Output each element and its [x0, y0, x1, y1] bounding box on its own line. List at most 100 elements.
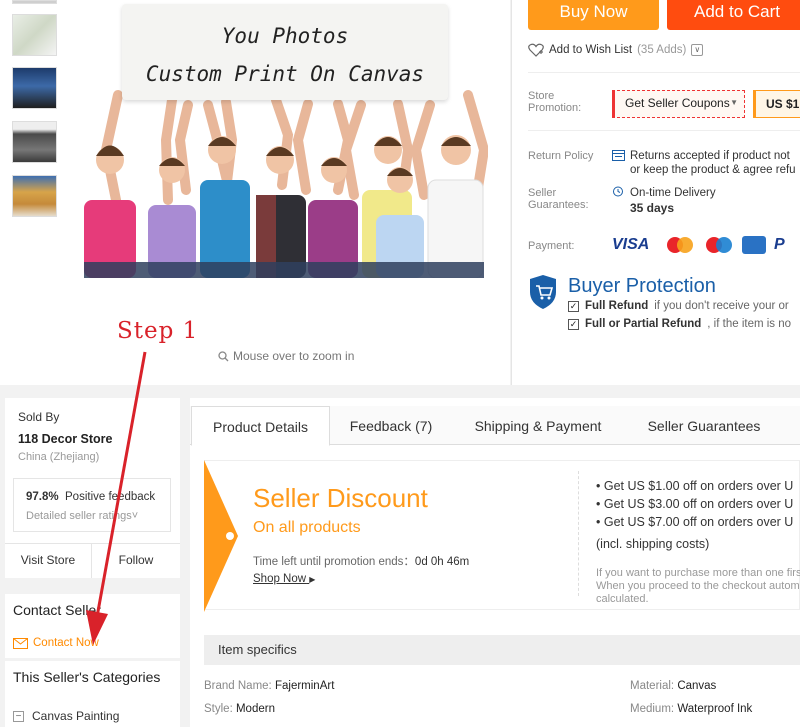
sign-line-1: You Photos [221, 24, 349, 48]
spec-label: Material: [630, 680, 675, 692]
shop-now-label: Shop Now [253, 573, 307, 585]
seller-categories-panel: This Seller's Categories − Canvas Painti… [5, 661, 180, 727]
categories-title: This Seller's Categories [13, 669, 161, 685]
wishlist-count: (35 Adds) [637, 44, 687, 56]
buyer-protection-title: Buyer Protection [568, 275, 716, 297]
discount-time-left: Time left until promotion ends：0d 0h 46m [253, 553, 469, 569]
discount-rule-3: • Get US $7.00 off on orders over U [596, 515, 794, 529]
check-icon: ✓ [568, 300, 579, 312]
add-to-cart-button[interactable]: Add to Cart [667, 0, 800, 30]
magnifier-icon [218, 350, 229, 361]
check-icon: ✓ [568, 318, 579, 330]
return-text-2: or keep the product & agree refu [630, 164, 796, 176]
protection-partial-refund: ✓ Full or Partial Refund , if the item i… [568, 318, 791, 330]
visit-store-button[interactable]: Visit Store [5, 543, 92, 578]
tab-feedback[interactable]: Feedback (7) [331, 406, 451, 446]
store-name[interactable]: 118 Decor Store [18, 432, 113, 446]
purchase-panel: Buy Now Add to Cart Add to Wish List (35… [511, 0, 800, 385]
amex-icon [742, 236, 766, 254]
rating-label: Positive feedback [65, 491, 156, 503]
contact-now-label: Contact Now [33, 637, 99, 649]
sign-line-2: Custom Print On Canvas [145, 62, 425, 86]
heart-plus-icon [528, 43, 544, 57]
protection-line2-bold: Full or Partial Refund [585, 318, 702, 330]
protection-line1-rest: if you don't receive your or [654, 300, 789, 312]
time-left-value: 0d 0h 46m [414, 556, 470, 568]
store-promotion-label: Store Promotion: [528, 90, 582, 114]
divider [528, 130, 800, 131]
spec-value: Modern [235, 703, 275, 715]
expand-icon[interactable]: − [13, 710, 24, 722]
tab-product-details[interactable]: Product Details [191, 406, 330, 446]
shop-now-link[interactable]: Shop Now ▶ [253, 573, 315, 585]
photo-sign: You Photos Custom Print On Canvas [122, 4, 448, 100]
delivery-label: On-time Delivery [630, 187, 716, 199]
product-gallery: You Photos Custom Print On Canvas Mouse … [0, 0, 510, 385]
incl-shipping-note: (incl. shipping costs) [596, 537, 710, 551]
caret-down-icon: ▼ [730, 98, 738, 107]
spec-label: Style: [204, 703, 233, 715]
category-label: Canvas Painting [32, 709, 120, 723]
sold-by-label: Sold By [18, 410, 60, 424]
contact-now-link[interactable]: Contact Now [13, 637, 99, 649]
follow-button[interactable]: Follow [92, 543, 180, 578]
store-location: China (Zhejiang) [18, 451, 100, 463]
rating-value: 97.8% [26, 491, 59, 503]
seller-coupons-dropdown[interactable]: Get Seller Coupons ▼ [612, 90, 745, 118]
chevron-down-icon: ˅ [131, 510, 139, 522]
coupon-label: Get Seller Coupons [625, 96, 730, 110]
spec-material: Material: Canvas [630, 680, 716, 692]
divider [528, 72, 800, 73]
protection-line2-rest: , if the item is no [707, 318, 792, 330]
thumbnail-2[interactable] [12, 67, 57, 109]
category-item[interactable]: − Canvas Painting [13, 709, 119, 723]
protection-line1-bold: Full Refund [585, 300, 649, 312]
visa-icon: VISA [612, 236, 650, 253]
add-to-wishlist[interactable]: Add to Wish List (35 Adds) ∨ [528, 43, 704, 57]
tab-shipping-payment[interactable]: Shipping & Payment [453, 406, 623, 446]
delivery-days: 35 days [630, 201, 675, 215]
seller-guarantees-label: Seller Guarantees: [528, 187, 589, 211]
shield-cart-icon [530, 275, 556, 309]
buy-now-button[interactable]: Buy Now [528, 0, 659, 30]
discount-ribbon-icon [204, 460, 238, 612]
discount-subtitle: On all products [253, 519, 361, 536]
return-policy-label: Return Policy [528, 150, 594, 162]
thumbnail-3[interactable] [12, 121, 57, 163]
spec-label: Medium: [630, 703, 675, 715]
zoom-hint: Mouse over to zoom in [218, 349, 354, 363]
spec-style: Style: Modern [204, 703, 275, 715]
discount-rule-1: • Get US $1.00 off on orders over U [596, 479, 794, 493]
discount-rule-2: • Get US $3.00 off on orders over U [596, 497, 794, 511]
detailed-ratings-link[interactable]: Detailed seller ratings˅ [26, 510, 138, 522]
contact-seller-title: Contact Seller [13, 602, 101, 618]
time-left-label: Time left until promotion ends： [253, 556, 415, 568]
spec-value: FajerminArt [274, 680, 335, 692]
detail-tabs: Product Details Feedback (7) Shipping & … [190, 406, 800, 446]
main-product-image[interactable]: You Photos Custom Print On Canvas [76, 0, 488, 278]
chevron-down-icon[interactable]: ∨ [691, 44, 704, 56]
caret-right-icon: ▶ [309, 575, 316, 584]
divider [578, 471, 579, 596]
tab-seller-guarantees[interactable]: Seller Guarantees [624, 406, 784, 446]
discount-title: Seller Discount [253, 483, 428, 513]
spec-value: Waterproof Ink [677, 703, 753, 715]
item-specifics-header: Item specifics [204, 635, 800, 665]
thumbnail-0[interactable] [12, 0, 57, 4]
spec-value: Canvas [677, 680, 717, 692]
clock-truck-icon [613, 186, 623, 197]
thumbnail-1[interactable] [12, 14, 57, 56]
payment-label: Payment: [528, 240, 575, 252]
discount-note: If you want to purchase more than one fi… [596, 567, 800, 605]
coupon-value-badge[interactable]: US $1 [753, 90, 800, 118]
zoom-hint-text: Mouse over to zoom in [233, 349, 355, 363]
maestro-icon [702, 236, 736, 254]
mastercard-icon [663, 236, 697, 254]
spec-label: Brand Name: [204, 680, 272, 692]
step-annotation-label: Step 1 [117, 318, 199, 344]
envelope-icon [13, 637, 28, 649]
positive-feedback: 97.8% Positive feedback [26, 491, 155, 503]
thumbnail-4[interactable] [12, 175, 57, 217]
detailed-ratings-text: Detailed seller ratings [26, 510, 132, 522]
protection-full-refund: ✓ Full Refund if you don't receive your … [568, 300, 789, 312]
